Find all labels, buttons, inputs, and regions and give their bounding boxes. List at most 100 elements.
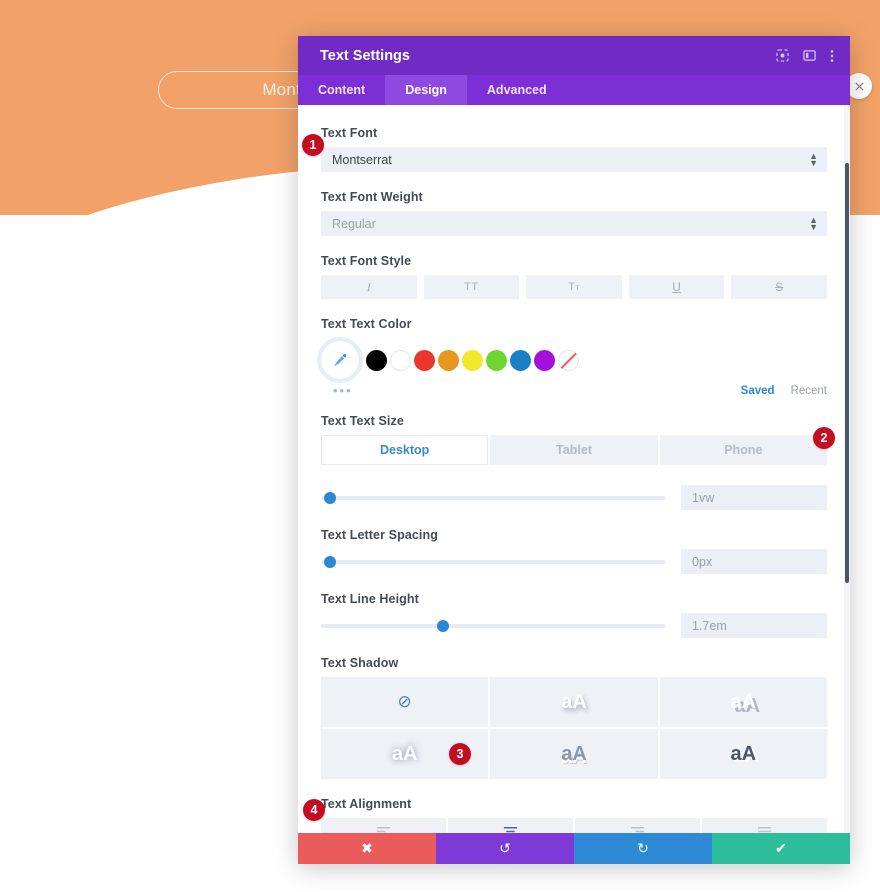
undo-icon: ↺ <box>499 840 511 856</box>
text-font-label: Text Font <box>321 126 378 140</box>
align-center-icon <box>503 826 518 832</box>
page-root: Monthly Bi Text Settings <box>0 0 880 892</box>
text-shadow-label: Text Shadow <box>321 656 399 670</box>
tab-advanced[interactable]: Advanced <box>467 75 567 105</box>
text-size-input[interactable]: 1vw <box>681 485 827 510</box>
slider-knob[interactable] <box>437 619 450 632</box>
annotation-badge-1: 1 <box>302 134 324 156</box>
align-right-button[interactable] <box>575 818 700 833</box>
device-tab-phone[interactable]: Phone <box>659 435 827 465</box>
redo-button[interactable]: ↻ <box>574 833 712 864</box>
letter-spacing-input[interactable]: 0px <box>681 549 827 574</box>
italic-button[interactable]: I <box>321 275 417 299</box>
underline-button[interactable]: U <box>628 275 725 299</box>
header-icon-group <box>776 49 834 63</box>
recent-colors-tab[interactable]: Recent <box>791 385 827 397</box>
modal-footer: ✖ ↺ ↻ ✔ <box>298 833 850 864</box>
check-icon: ✔ <box>775 840 787 856</box>
shadow-preview-glyph: aA <box>561 690 587 713</box>
text-font-field[interactable]: Montserrat ▲ ▼ <box>321 147 827 172</box>
line-height-slider[interactable] <box>321 617 665 635</box>
text-shadow-grid: ⊘ aA aA aA aA aA <box>321 677 827 779</box>
text-text-color-label: Text Text Color <box>321 317 412 331</box>
strikethrough-button[interactable]: S <box>731 275 827 299</box>
strikethrough-icon: S <box>775 280 784 294</box>
text-alignment-buttons <box>321 818 827 833</box>
align-left-button[interactable] <box>321 818 446 833</box>
line-height-input[interactable]: 1.7em <box>681 613 827 638</box>
color-swatch-1[interactable] <box>390 349 411 371</box>
align-center-button[interactable] <box>448 818 573 833</box>
modal-header: Text Settings <box>298 36 850 75</box>
panel-layout-icon[interactable] <box>803 49 816 62</box>
save-button[interactable]: ✔ <box>712 833 850 864</box>
text-size-slider[interactable] <box>321 489 665 507</box>
shadow-option-inset-bottom[interactable]: aA <box>490 729 658 779</box>
color-swatch-4[interactable] <box>462 349 483 371</box>
align-justify-button[interactable] <box>702 818 827 833</box>
shadow-option-hard-bottom-right[interactable]: aA <box>659 677 827 727</box>
text-font-weight-value[interactable]: Regular <box>321 211 827 236</box>
align-justify-icon <box>757 826 772 832</box>
target-icon[interactable] <box>776 49 789 62</box>
italic-icon: I <box>366 279 371 294</box>
uppercase-button[interactable]: TT <box>423 275 520 299</box>
color-swatch-3[interactable] <box>438 349 459 371</box>
text-font-weight-field[interactable]: Regular ▲ ▼ <box>321 211 827 236</box>
color-swatch-5[interactable] <box>486 349 507 371</box>
scrollbar-thumb[interactable] <box>845 163 849 583</box>
shadow-preview-glyph: aA <box>730 742 757 765</box>
redo-icon: ↻ <box>637 840 649 856</box>
chevron-updown-icon: ▲ ▼ <box>809 214 818 232</box>
slider-knob[interactable] <box>324 555 337 568</box>
text-settings-modal: Text Settings Content Design Advanced Te… <box>298 36 850 864</box>
tab-design[interactable]: Design <box>385 75 467 105</box>
annotation-badge-2: 2 <box>813 427 835 449</box>
slider-track <box>321 623 665 628</box>
color-swatch-row <box>321 338 827 382</box>
modal-body: Text Font Montserrat ▲ ▼ Text Font Weight… <box>298 105 850 833</box>
color-meta-row: ••• Saved Recent <box>321 383 827 398</box>
color-swatch-7[interactable] <box>534 349 555 371</box>
scrollbar-track[interactable] <box>844 105 850 833</box>
more-vertical-icon[interactable] <box>830 49 834 63</box>
shadow-preview-glyph: aA <box>391 742 418 765</box>
annotation-badge-3: 3 <box>449 743 471 765</box>
modal-tabs: Content Design Advanced <box>298 75 850 105</box>
color-swatch-6[interactable] <box>510 349 531 371</box>
text-line-height-label: Text Line Height <box>321 592 419 606</box>
text-size-slider-row: 1vw <box>321 485 827 510</box>
saved-colors-tab[interactable]: Saved <box>741 385 775 397</box>
shadow-option-outline-left[interactable]: aA <box>659 729 827 779</box>
device-tab-tablet[interactable]: Tablet <box>490 435 658 465</box>
no-shadow-icon: ⊘ <box>397 692 412 711</box>
letter-spacing-slider-row: 0px <box>321 549 827 574</box>
page-title: Text Settings <box>320 47 410 64</box>
color-swatch-none[interactable] <box>558 349 579 371</box>
text-font-style-label: Text Font Style <box>321 254 412 268</box>
device-tabs: Desktop Tablet Phone <box>321 435 827 465</box>
shadow-preview-glyph: aA <box>730 690 757 713</box>
letter-spacing-slider[interactable] <box>321 553 665 571</box>
line-height-slider-row: 1.7em <box>321 613 827 638</box>
slider-track <box>321 559 665 564</box>
color-swatch-2[interactable] <box>414 349 435 371</box>
align-right-icon <box>630 826 645 832</box>
annotation-badge-4: 4 <box>303 799 325 821</box>
text-text-size-label: Text Text Size <box>321 414 404 428</box>
chevron-updown-icon: ▲ ▼ <box>809 150 818 168</box>
tab-content[interactable]: Content <box>298 75 385 105</box>
slider-knob[interactable] <box>324 491 337 504</box>
cancel-button[interactable]: ✖ <box>298 833 436 864</box>
more-colors-dots[interactable]: ••• <box>321 383 353 398</box>
capitalize-button[interactable]: Tт <box>526 275 622 299</box>
text-font-weight-label: Text Font Weight <box>321 190 423 204</box>
eyedropper-icon[interactable] <box>321 341 359 379</box>
device-tab-desktop[interactable]: Desktop <box>321 435 489 465</box>
text-alignment-label: Text Alignment <box>321 797 412 811</box>
shadow-option-soft-bottom-right[interactable]: aA <box>490 677 658 727</box>
color-swatch-0[interactable] <box>366 349 387 371</box>
text-font-value[interactable]: Montserrat <box>321 147 827 172</box>
shadow-option-none[interactable]: ⊘ <box>321 677 489 727</box>
undo-button[interactable]: ↺ <box>436 833 574 864</box>
